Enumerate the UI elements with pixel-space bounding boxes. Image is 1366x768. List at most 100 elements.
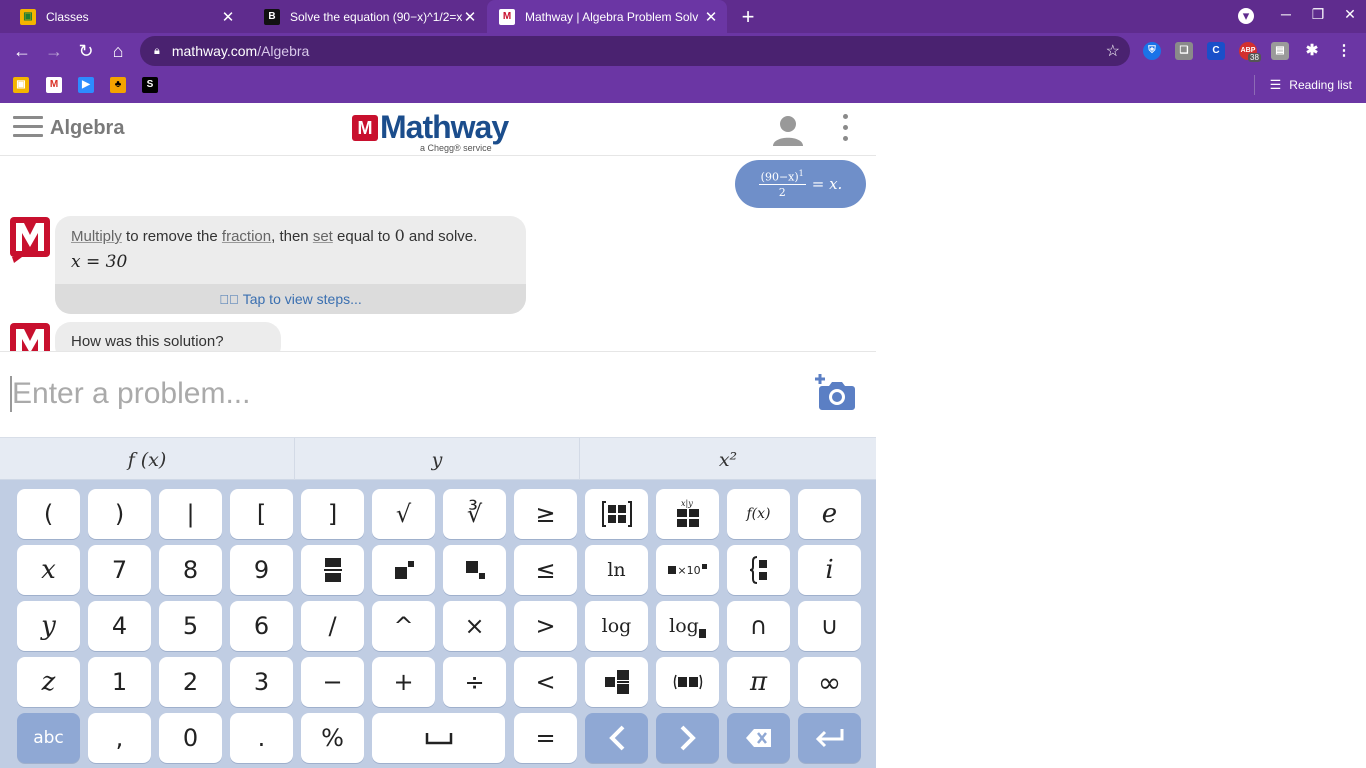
bookmark-star-icon[interactable]: ☆	[1106, 41, 1120, 61]
close-icon[interactable]: ✕	[703, 8, 719, 26]
key-6[interactable]: 6	[230, 601, 293, 651]
key-close-paren[interactable]: )	[88, 489, 151, 539]
key-slash[interactable]: /	[301, 601, 364, 651]
key-sqrt[interactable]: √	[372, 489, 435, 539]
key-abs[interactable]: |	[159, 489, 222, 539]
tab-search-icon[interactable]: ▾	[1238, 8, 1254, 24]
mixed-fraction-icon[interactable]	[585, 657, 648, 707]
scientific-notation-icon[interactable]: ×10	[656, 545, 719, 595]
user-account-icon[interactable]	[772, 114, 804, 146]
term-link[interactable]: set	[313, 228, 333, 245]
more-options-icon[interactable]	[843, 114, 849, 144]
tab-variables[interactable]: y	[295, 438, 580, 481]
enter-icon[interactable]	[798, 713, 861, 763]
subject-title[interactable]: Algebra	[50, 117, 124, 140]
key-2[interactable]: 2	[159, 657, 222, 707]
ordered-pair-icon[interactable]	[656, 657, 719, 707]
key-log[interactable]: log	[585, 601, 648, 651]
term-link[interactable]: fraction	[222, 228, 271, 245]
key-comma[interactable]: ,	[88, 713, 151, 763]
key-0[interactable]: 0	[159, 713, 222, 763]
c-extension-icon[interactable]: C	[1207, 42, 1225, 60]
document-extension-icon[interactable]: ▤	[1271, 42, 1289, 60]
key-greater-equal[interactable]: ≥	[514, 489, 577, 539]
classroom-bookmark-icon[interactable]: ▣	[13, 77, 29, 93]
key-5[interactable]: 5	[159, 601, 222, 651]
space-key[interactable]	[372, 713, 505, 763]
browser-menu-icon[interactable]: ⋮	[1335, 42, 1353, 60]
mathway-logo[interactable]: M Mathway a Chegg® service	[352, 109, 522, 153]
tab-functions[interactable]: f (x)	[0, 438, 295, 481]
minimize-icon[interactable]: ─	[1276, 6, 1296, 22]
fraction-icon[interactable]	[301, 545, 364, 595]
close-window-icon[interactable]: ✕	[1340, 6, 1360, 23]
table-icon[interactable]: x|y	[656, 489, 719, 539]
close-icon[interactable]: ✕	[220, 8, 236, 26]
key-nth-root[interactable]: ∛	[443, 489, 506, 539]
matrix-icon[interactable]	[585, 489, 648, 539]
hamburger-menu-icon[interactable]	[13, 116, 43, 140]
home-icon[interactable]: ⌂	[107, 40, 129, 62]
maximize-icon[interactable]: ❐	[1308, 6, 1328, 23]
key-open-paren[interactable]: (	[17, 489, 80, 539]
key-9[interactable]: 9	[230, 545, 293, 595]
key-z[interactable]: z	[17, 657, 80, 707]
key-ln[interactable]: ln	[585, 545, 648, 595]
key-log-base[interactable]: log	[656, 601, 719, 651]
reload-icon[interactable]: ↻	[75, 40, 97, 62]
close-icon[interactable]: ✕	[462, 8, 478, 26]
s-bookmark-icon[interactable]: S	[142, 77, 158, 93]
key-less-equal[interactable]: ≤	[514, 545, 577, 595]
gmail-bookmark-icon[interactable]: M	[46, 77, 62, 93]
forward-icon[interactable]: →	[43, 40, 65, 62]
key-percent[interactable]: %	[301, 713, 364, 763]
tab-exponents[interactable]: x²	[580, 438, 876, 481]
key-4[interactable]: 4	[88, 601, 151, 651]
abc-keyboard-button[interactable]: abc	[17, 713, 80, 763]
key-y[interactable]: y	[17, 601, 80, 651]
key-i[interactable]: i	[798, 545, 861, 595]
tab-solve-equation[interactable]: B Solve the equation (90−x)^1/2=x ✕	[244, 0, 486, 33]
key-intersection[interactable]: ∩	[727, 601, 790, 651]
tab-mathway[interactable]: M Mathway | Algebra Problem Solv ✕	[487, 0, 727, 33]
key-minus[interactable]: −	[301, 657, 364, 707]
zoom-bookmark-icon[interactable]: ▶	[78, 77, 94, 93]
view-steps-button[interactable]: ✓⃝ Tap to view steps...	[55, 284, 526, 314]
key-equals[interactable]: =	[514, 713, 577, 763]
copy-extension-icon[interactable]: ❏	[1175, 42, 1193, 60]
back-icon[interactable]: ←	[11, 40, 33, 62]
key-open-bracket[interactable]: [	[230, 489, 293, 539]
key-3[interactable]: 3	[230, 657, 293, 707]
puzzle-extensions-icon[interactable]: ✱	[1303, 42, 1321, 60]
key-union[interactable]: ∪	[798, 601, 861, 651]
camera-add-icon[interactable]	[814, 372, 856, 412]
backspace-icon[interactable]	[727, 713, 790, 763]
tab-classes[interactable]: ▣ Classes ✕	[0, 0, 244, 33]
new-tab-icon[interactable]: +	[736, 4, 760, 30]
cursor-right-icon[interactable]	[656, 713, 719, 763]
reading-list[interactable]: ☰ Reading list	[1270, 77, 1352, 93]
game-bookmark-icon[interactable]: ♣	[110, 77, 126, 93]
key-function[interactable]: f(x)	[727, 489, 790, 539]
key-less[interactable]: <	[514, 657, 577, 707]
key-multiply[interactable]: ×	[443, 601, 506, 651]
key-caret[interactable]: ^	[372, 601, 435, 651]
key-x[interactable]: x	[17, 545, 80, 595]
key-decimal[interactable]: .	[230, 713, 293, 763]
key-7[interactable]: 7	[88, 545, 151, 595]
problem-input[interactable]	[10, 376, 710, 412]
key-plus[interactable]: +	[372, 657, 435, 707]
term-link[interactable]: Multiply	[71, 228, 122, 245]
key-1[interactable]: 1	[88, 657, 151, 707]
superscript-icon[interactable]	[372, 545, 435, 595]
user-problem-bubble[interactable]: (90−x)1 2 = x.	[735, 160, 866, 208]
piecewise-icon[interactable]	[727, 545, 790, 595]
key-greater[interactable]: >	[514, 601, 577, 651]
subscript-icon[interactable]	[443, 545, 506, 595]
key-infinity[interactable]: ∞	[798, 657, 861, 707]
key-8[interactable]: 8	[159, 545, 222, 595]
key-e[interactable]: e	[798, 489, 861, 539]
address-bar[interactable]: 🔒︎ mathway.com/Algebra ☆	[140, 36, 1130, 66]
key-close-bracket[interactable]: ]	[301, 489, 364, 539]
key-pi[interactable]: π	[727, 657, 790, 707]
